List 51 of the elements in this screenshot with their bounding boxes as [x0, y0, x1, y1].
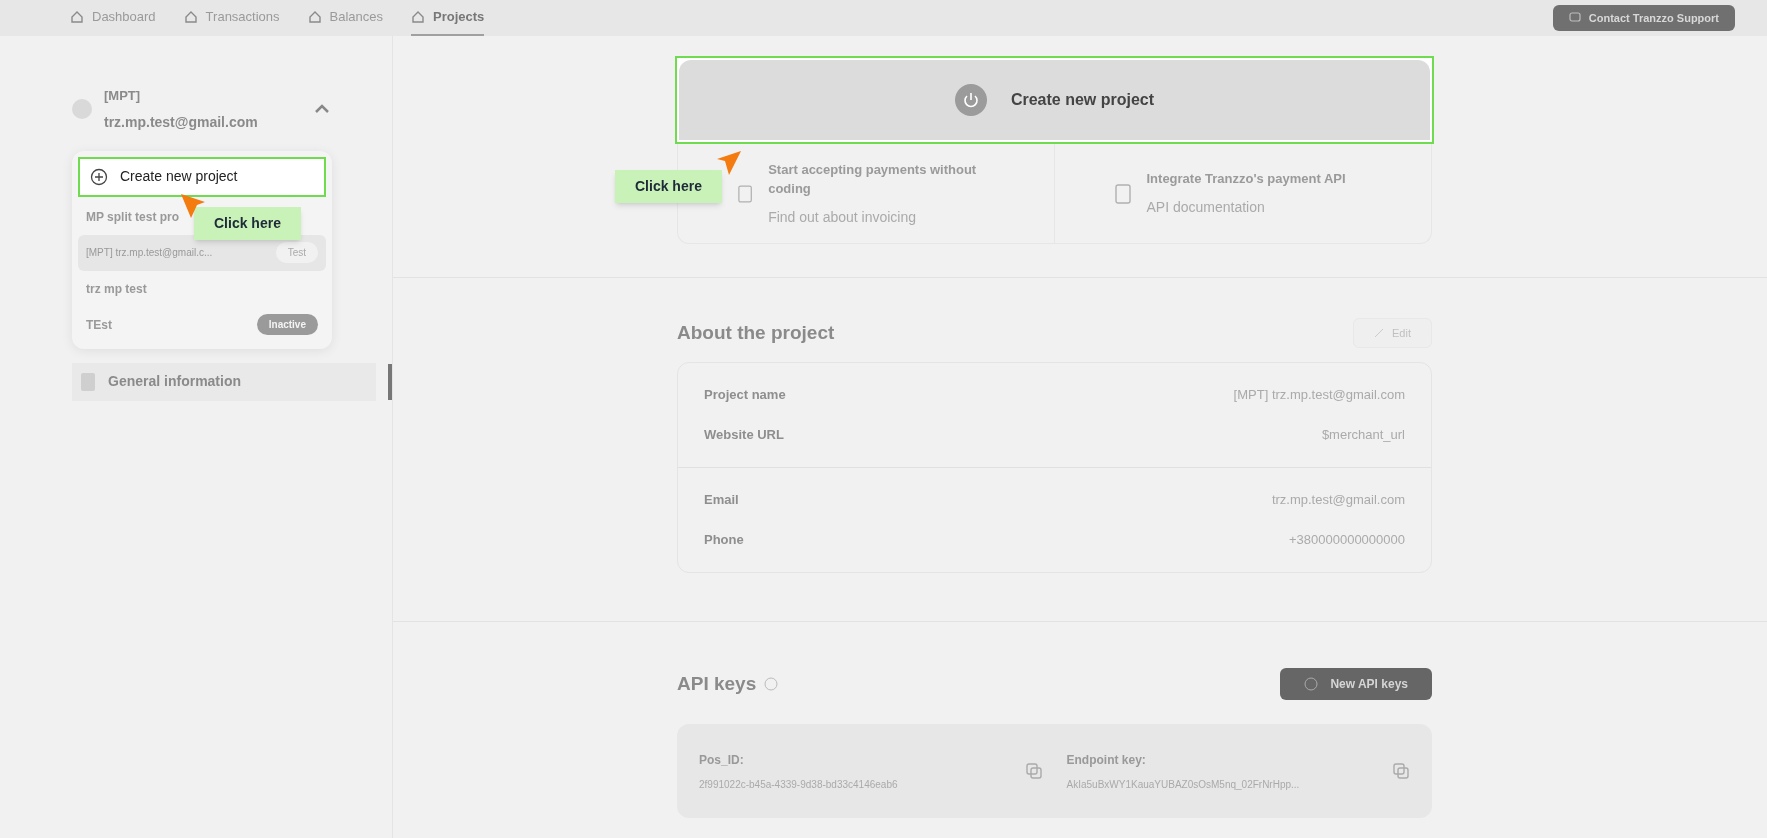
- create-project-item[interactable]: Create new project: [78, 156, 326, 197]
- link-title: Integrate Tranzzo's payment API: [1146, 170, 1346, 189]
- field-value: trz.mp.test@gmail.com: [1271, 491, 1405, 510]
- status-badge: Inactive: [256, 314, 318, 335]
- link-subtitle: Find out about invoicing: [768, 207, 918, 227]
- project-item[interactable]: trz mp test: [78, 270, 155, 307]
- field-value: +380000000000000: [1288, 531, 1405, 550]
- home-icon: [70, 10, 84, 24]
- menu-item[interactable]: General information: [72, 362, 376, 401]
- field-label: Website URL: [704, 426, 784, 445]
- avatar: [72, 99, 92, 120]
- key-label: Pos_ID:: [699, 751, 745, 769]
- nav-tab[interactable]: Balances: [307, 0, 384, 36]
- nav-tab[interactable]: Projects: [411, 0, 485, 36]
- nav-tab[interactable]: Transactions: [183, 0, 280, 36]
- project-item[interactable]: [MPT] trz.mp.test@gmail.c... Test: [78, 234, 326, 271]
- home-icon: [411, 10, 426, 24]
- field-value: $merchant_url: [1321, 426, 1405, 445]
- pointer-icon: [180, 192, 206, 219]
- field-label: Project name: [704, 386, 786, 405]
- key-label: Endpoint key:: [1066, 751, 1147, 769]
- support-button[interactable]: Contact Tranzzo Support: [1552, 5, 1735, 31]
- click-here-tooltip: Click here: [615, 170, 722, 203]
- project-item[interactable]: TEst Inactive: [78, 306, 326, 343]
- nav-tab[interactable]: Dashboard: [70, 0, 156, 36]
- field-label: Phone: [704, 531, 744, 550]
- copy-icon[interactable]: [1024, 762, 1043, 780]
- status-badge: Test: [275, 242, 318, 263]
- section-title: API keys: [677, 671, 757, 696]
- home-icon: [183, 10, 198, 24]
- section-title: About the project: [677, 320, 835, 345]
- link-title: Start accepting payments without coding: [768, 160, 978, 198]
- copy-icon[interactable]: [1392, 762, 1410, 780]
- document-icon: [1114, 183, 1131, 204]
- account-email: trz.mp.test@gmail.com: [104, 112, 259, 132]
- project-item[interactable]: MP split test pro: [78, 198, 188, 235]
- chevron-icon[interactable]: [314, 104, 330, 115]
- document-icon: [80, 371, 96, 392]
- create-project-banner[interactable]: Create new project: [679, 60, 1430, 140]
- key-value: AkIa5uBxWY1KauaYUBAZ0sOsM5nq_02FrNrHpp...: [1066, 777, 1300, 792]
- link-subtitle: API documentation: [1146, 197, 1266, 217]
- chat-icon: [1568, 12, 1581, 24]
- account-code: [MPT]: [104, 87, 142, 105]
- new-api-keys-button[interactable]: New API keys: [1280, 668, 1432, 700]
- key-value: 2f991022c-b45a-4339-9d38-bd33c4146eab6: [699, 777, 898, 792]
- click-here-tooltip: Click here: [194, 206, 301, 240]
- power-icon: [954, 84, 987, 116]
- home-icon: [307, 10, 322, 24]
- field-value: [MPT] trz.mp.test@gmail.com: [1233, 386, 1405, 405]
- field-label: Email: [704, 491, 739, 510]
- document-icon: [738, 183, 753, 204]
